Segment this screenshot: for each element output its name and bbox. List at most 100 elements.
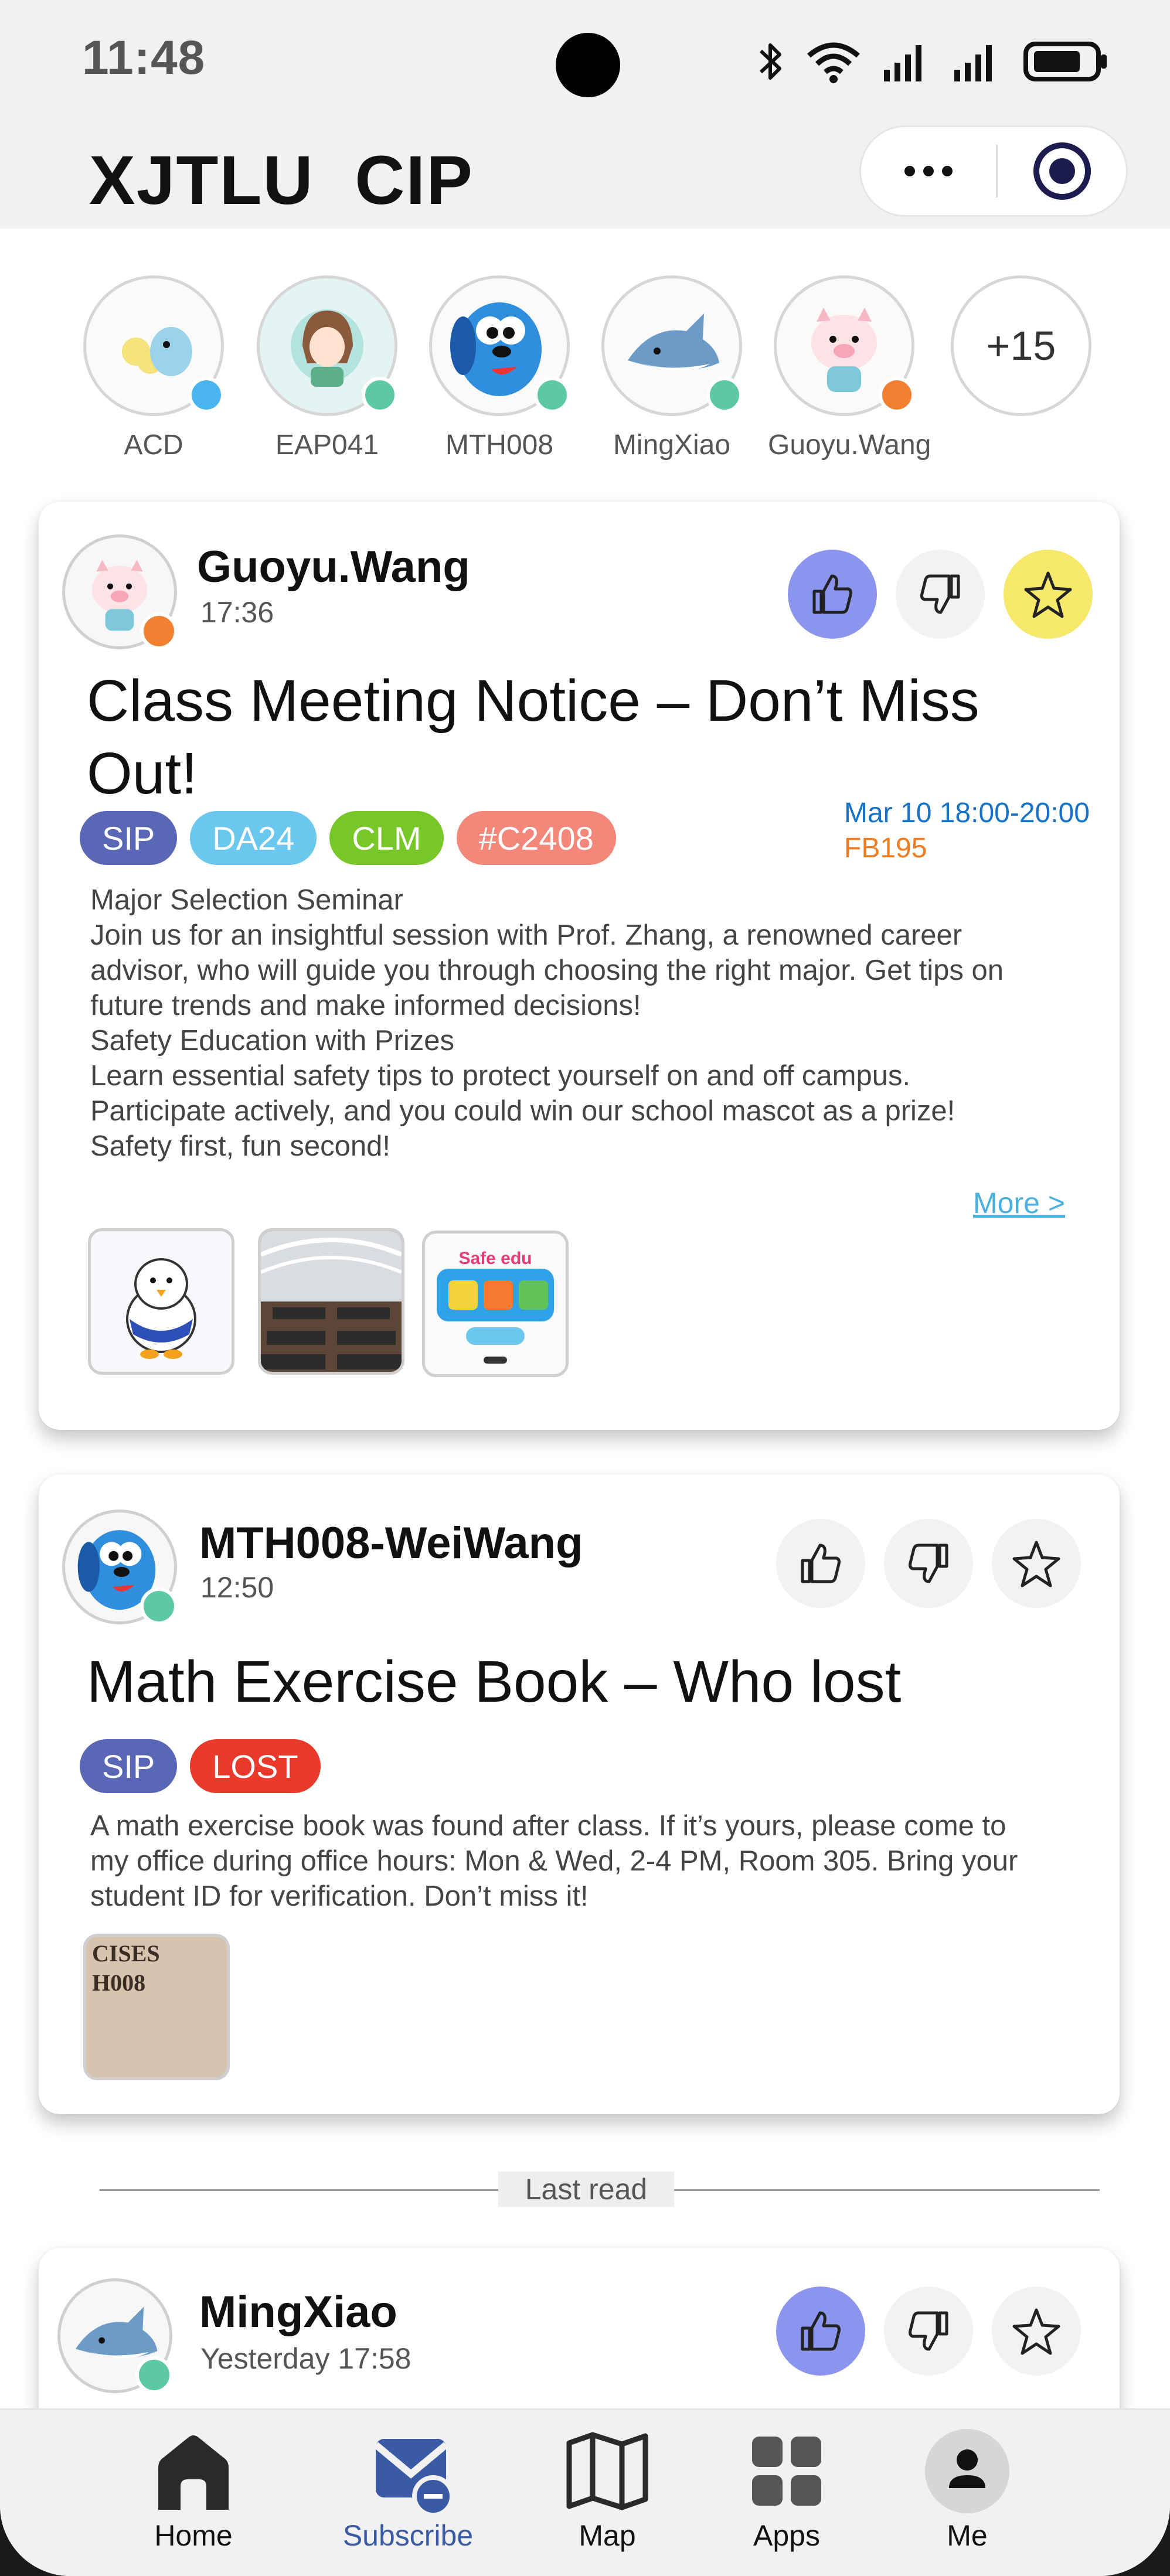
battery-icon [1023,42,1107,81]
tag[interactable]: CLM [329,811,444,865]
status-time: 11:48 [82,31,206,84]
phone-frame: 11:48 XJTLU CIP ACD EAP041 MTH008 MingXi… [0,0,1170,2576]
more-dot-icon [904,166,915,176]
home-icon [106,2427,281,2515]
penguin-avatar-icon [122,327,192,376]
avatar[interactable] [62,1510,178,1625]
body-line: Safety first, fun second! [90,1130,391,1162]
status-badge [706,377,743,413]
body-line: student ID for verification. Don’t miss … [90,1880,589,1912]
tab-label: Apps [753,2519,820,2552]
favorite-button[interactable] [992,2287,1081,2376]
target-icon [1033,142,1091,200]
tag-list: SIP LOST [80,1739,321,1793]
post-title: Class Meeting Notice – Don’t Miss Out! [87,665,1025,810]
apps-icon [699,2427,875,2515]
post-card[interactable]: Guoyu.Wang 17:36 Class Meeting Notice – … [39,502,1120,1430]
body-line: advisor, who will guide you through choo… [90,955,1004,986]
tab-me[interactable]: Me [879,2427,1055,2553]
tag[interactable]: SIP [80,1739,178,1793]
avatar[interactable] [62,534,178,650]
close-mini-program-button[interactable] [998,127,1126,215]
post-image-exercise-book[interactable]: CISES H008 [83,1934,230,2080]
story-acd[interactable]: ACD [77,275,230,461]
story-name: Guoyu.Wang [768,430,931,461]
more-options-button[interactable] [861,127,996,215]
event-place: FB195 [844,833,927,864]
avatar [774,275,915,416]
like-button[interactable] [776,1519,865,1608]
status-icons [756,35,1110,88]
signal-icon [884,45,921,81]
body-line: Learn essential safety tips to protect y… [90,1060,911,1092]
dislike-button[interactable] [884,2287,973,2376]
profile-icon [879,2427,1055,2515]
story-mth008[interactable]: MTH008 [423,275,576,461]
more-link[interactable]: More > [973,1186,1065,1220]
story-more[interactable]: +15 [945,275,1097,416]
post-image-classroom[interactable] [258,1228,404,1375]
tab-label: Home [154,2519,233,2552]
duck-mascot-image [126,1258,196,1359]
front-camera [556,33,620,97]
tab-home[interactable]: Home [106,2427,281,2553]
map-icon [519,2427,695,2515]
thumbs-down-icon [909,2311,948,2351]
post-author[interactable]: Guoyu.Wang [197,541,470,592]
star-icon [1012,2308,1060,2355]
status-badge [140,1587,178,1625]
wifi-icon [807,42,860,83]
tag[interactable]: LOST [190,1739,321,1793]
screen: 11:48 XJTLU CIP ACD EAP041 MTH008 MingXi… [0,0,1170,2576]
body-line: Join us for an insightful session with P… [90,919,962,951]
story-name: MTH008 [445,430,554,461]
post-image-duck[interactable] [88,1228,234,1375]
body-line: Participate actively, and you could win … [90,1095,955,1127]
last-read-label: Last read [498,2172,674,2207]
post-author[interactable]: MingXiao [199,2287,397,2338]
post-time: 12:50 [200,1571,274,1604]
tab-label: Me [947,2519,988,2552]
tag[interactable]: SIP [80,811,178,865]
like-button[interactable] [788,550,877,639]
favorite-button[interactable] [1004,550,1093,639]
avatar [83,275,225,416]
story-mingxiao[interactable]: MingXiao [596,275,748,461]
post-image-safety-education[interactable]: Safe edu [422,1231,569,1377]
story-guoyu-wang[interactable]: Guoyu.Wang [768,275,931,461]
like-button[interactable] [776,2287,865,2376]
more-dot-icon [942,166,953,176]
dislike-button[interactable] [884,1519,973,1608]
more-stories-circle: +15 [951,275,1091,416]
post-author[interactable]: MTH008-WeiWang [199,1518,583,1569]
dislike-button[interactable] [896,550,985,639]
avatar[interactable] [57,2278,173,2394]
tag[interactable]: DA24 [190,811,317,865]
story-eap041[interactable]: EAP041 [251,275,403,461]
classroom-photo-image [261,1231,402,1372]
status-badge [362,377,398,413]
safe-edu-text: Safe edu [458,1249,532,1268]
app-title: XJTLU CIP [89,142,474,219]
post-card[interactable]: MTH008-WeiWang 12:50 Math Exercise Book … [39,1474,1120,2114]
tab-map[interactable]: Map [519,2427,695,2553]
post-body: Major Selection Seminar Join us for an i… [90,882,1004,1164]
body-line: future trends and make informed decision… [90,990,641,1021]
post-title-line: Class Meeting Notice – Don’t Miss [87,668,979,734]
top-bar: 11:48 XJTLU CIP [0,0,1170,229]
tab-subscribe[interactable]: Subscribe [320,2427,496,2553]
avatar [601,275,743,416]
thumbs-down-icon [909,1543,948,1583]
status-badge [188,377,225,413]
girl-avatar-icon [291,309,363,387]
favorite-button[interactable] [992,1519,1081,1608]
status-badge [140,612,178,650]
status-badge [534,377,570,413]
tag[interactable]: #C2408 [456,811,616,865]
mini-program-capsule [859,125,1128,217]
thumbs-up-icon [801,1543,841,1583]
avatar [429,275,570,416]
tab-apps[interactable]: Apps [699,2427,875,2553]
body-line: my office during office hours: Mon & Wed… [90,1845,1018,1877]
last-read-divider: Last read [100,2172,1100,2207]
